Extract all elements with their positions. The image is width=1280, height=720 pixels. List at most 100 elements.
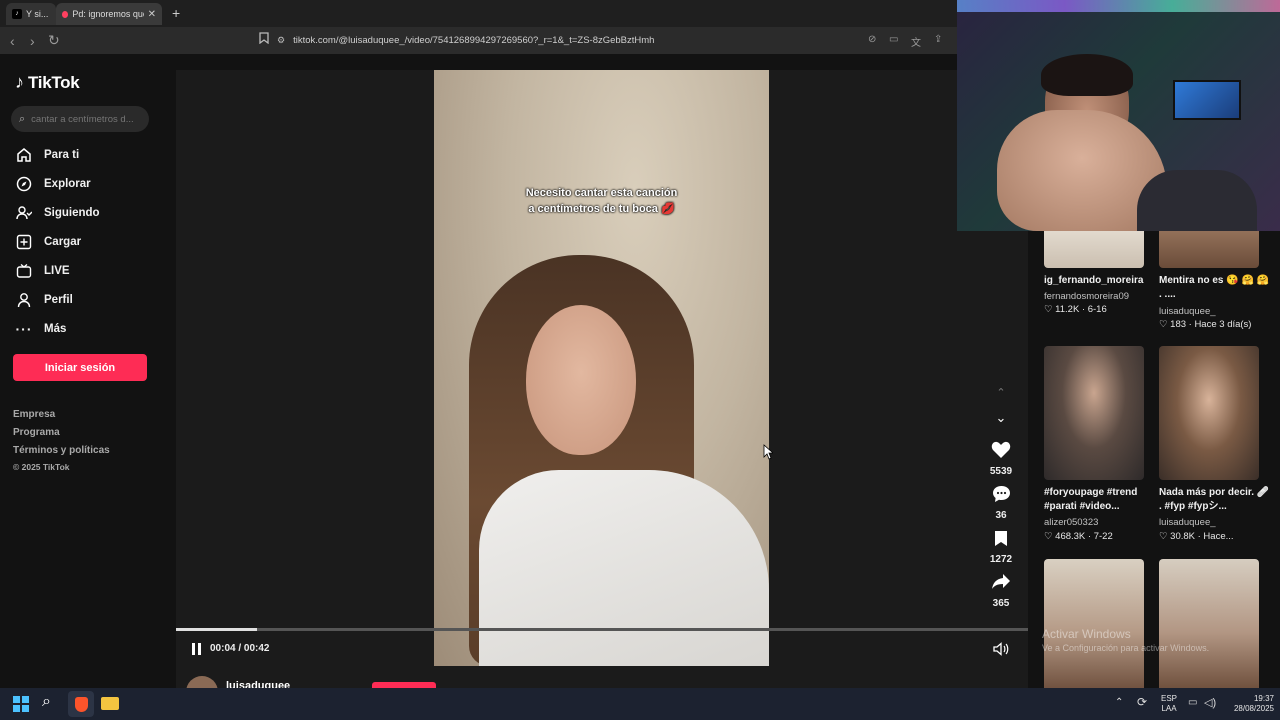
related-video-stats: ♡ 11.2K · 6-16 xyxy=(1044,304,1107,315)
related-video-author[interactable]: luisaduquee_ xyxy=(1159,517,1216,528)
volume-icon[interactable] xyxy=(993,642,1009,661)
footer-link-empresa[interactable]: Empresa xyxy=(13,409,55,420)
video-player[interactable]: Necesito cantar esta canción a centímetr… xyxy=(176,70,1028,708)
compass-icon xyxy=(15,175,33,193)
related-video-stats: ♡ 30.8K · Hace... xyxy=(1159,531,1234,542)
sidebar-item-label: Para ti xyxy=(44,149,80,161)
share-count: 365 xyxy=(992,598,1010,609)
file-explorer-icon[interactable] xyxy=(101,697,119,710)
comment-icon[interactable] xyxy=(981,485,1021,508)
sidebar-item-para-ti[interactable]: Para ti xyxy=(15,146,79,164)
search-input[interactable] xyxy=(31,113,142,125)
tiktok-logo-text: TikTok xyxy=(28,72,80,92)
share-page-icon[interactable]: ⇪ xyxy=(934,34,942,45)
comment-count: 36 xyxy=(995,510,1007,521)
related-video-title[interactable]: #foryoupage #trend #parati #video... xyxy=(1044,486,1156,514)
like-count: 5539 xyxy=(989,466,1013,477)
search-icon: ⌕ xyxy=(19,112,26,125)
profile-icon xyxy=(15,291,33,309)
related-video-thumb[interactable] xyxy=(1159,231,1259,268)
new-tab-icon[interactable]: + xyxy=(172,5,180,21)
footer-link-terminos[interactable]: Términos y políticas xyxy=(13,445,110,456)
video-caption-line-1: Necesito cantar esta canción xyxy=(525,187,678,199)
search-box[interactable]: ⌕ xyxy=(11,106,149,132)
windows-activation-subtitle: Ve a Configuración para activar Windows. xyxy=(1042,643,1210,653)
pause-icon[interactable] xyxy=(192,643,201,655)
related-video-author[interactable]: alizer050323 xyxy=(1044,517,1098,528)
tiktok-logo[interactable]: ♪ TikTok xyxy=(15,72,80,93)
bookmark-save-icon[interactable] xyxy=(981,530,1021,552)
related-video-thumb[interactable] xyxy=(1159,559,1259,688)
login-button[interactable]: Iniciar sesión xyxy=(13,354,147,381)
bookmark-icon[interactable] xyxy=(259,32,269,47)
related-video-title[interactable]: ig_fernando_moreira xyxy=(1044,274,1156,288)
share-icon[interactable] xyxy=(981,573,1021,595)
sidebar-item-perfil[interactable]: Perfil xyxy=(15,291,73,309)
windows-activation-title: Activar Windows xyxy=(1042,627,1131,641)
related-video-thumb[interactable] xyxy=(1044,231,1144,268)
back-icon[interactable]: ‹ xyxy=(10,33,15,49)
brave-browser-icon[interactable] xyxy=(68,691,94,717)
sidebar-item-label: LIVE xyxy=(44,265,70,277)
tray-overflow-icon[interactable]: ⌃ xyxy=(1115,697,1123,708)
webcam-overlay xyxy=(957,0,1280,231)
reader-mode-icon[interactable]: ⊘ xyxy=(868,34,876,45)
footer-link-programa[interactable]: Programa xyxy=(13,427,60,438)
related-videos-grid: ig_fernando_moreira Mentira no es 😘 🤗 🤗 … xyxy=(1028,231,1280,688)
mouse-cursor-icon xyxy=(763,444,775,465)
tab-2-label: Pd: ignoremos que n... xyxy=(72,9,143,19)
sidebar-item-siguiendo[interactable]: Siguiendo xyxy=(15,204,100,222)
speaker-icon[interactable]: ◁) xyxy=(1204,696,1216,709)
next-video-icon[interactable]: ⌄ xyxy=(981,410,1021,426)
video-subject-face xyxy=(526,305,636,455)
progress-track[interactable] xyxy=(176,628,1028,631)
windows-start-icon[interactable] xyxy=(13,696,29,712)
tiktok-sidebar: ♪ TikTok ⌕ Para ti Explorar Siguiendo Ca… xyxy=(0,54,176,688)
tab-1-label: Y si... xyxy=(26,9,49,19)
login-button-label: Iniciar sesión xyxy=(44,361,116,374)
sidebar-item-label: Siguiendo xyxy=(44,207,100,219)
more-icon: ··· xyxy=(15,321,33,337)
sidebar-item-label: Perfil xyxy=(44,294,73,306)
related-video-title[interactable]: Nada más por decir. 🩹 . #fyp #fypシ... xyxy=(1159,486,1271,514)
close-tab-icon[interactable]: ✕ xyxy=(148,9,156,20)
url-field[interactable]: ⚙ tiktok.com/@luisaduquee_/video/7541268… xyxy=(277,30,857,51)
related-video-title[interactable]: Mentira no es 😘 🤗 🤗 . .... xyxy=(1159,274,1271,302)
sidebar-item-label: Explorar xyxy=(44,178,91,190)
language-code: ESP xyxy=(1160,694,1177,703)
forward-icon[interactable]: › xyxy=(30,33,35,49)
sidebar-item-label: Más xyxy=(44,323,67,335)
site-info-icon[interactable]: ⚙ xyxy=(277,35,285,46)
webcam-shelf-lights xyxy=(957,0,1280,12)
reload-icon[interactable]: ↻ xyxy=(48,32,60,49)
video-frame[interactable]: Necesito cantar esta canción a centímetr… xyxy=(434,70,769,666)
keyboard-layout: LAA xyxy=(1161,704,1177,713)
progress-fill xyxy=(176,628,257,631)
sync-status-icon[interactable]: ⟳ xyxy=(1137,695,1147,709)
cast-icon[interactable]: ▭ xyxy=(889,34,898,45)
related-video-stats: ♡ 183 · Hace 3 día(s) xyxy=(1159,319,1252,330)
browser-address-bar: ‹ › ↻ ⚙ tiktok.com/@luisaduquee_/video/7… xyxy=(0,27,957,54)
browser-tab-2[interactable]: Pd: ignoremos que n... ✕ xyxy=(56,3,162,25)
related-video-author[interactable]: luisaduquee_ xyxy=(1159,306,1216,317)
language-indicator[interactable]: ESP LAA xyxy=(1158,694,1180,714)
windows-taskbar: ⌕ ⌃ ⟳ ESP LAA ▭ ◁) 19:37 28/08/2025 xyxy=(0,688,1280,720)
sidebar-item-label: Cargar xyxy=(44,236,82,248)
related-video-thumb[interactable] xyxy=(1159,346,1259,480)
like-icon[interactable] xyxy=(981,441,1021,464)
network-icon[interactable]: ▭ xyxy=(1188,697,1197,708)
browser-tab-1[interactable]: ♪ Y si... xyxy=(6,3,56,25)
sidebar-item-cargar[interactable]: Cargar xyxy=(15,233,81,251)
sidebar-item-explorar[interactable]: Explorar xyxy=(15,175,91,193)
taskbar-search-icon[interactable]: ⌕ xyxy=(42,693,51,711)
sidebar-item-mas[interactable]: ··· Más xyxy=(15,320,67,338)
clock[interactable]: 19:37 28/08/2025 xyxy=(1230,694,1274,714)
following-icon xyxy=(15,204,33,222)
related-video-thumb[interactable] xyxy=(1044,559,1144,688)
previous-video-icon[interactable]: ⌃ xyxy=(981,386,1021,399)
related-video-thumb[interactable] xyxy=(1044,346,1144,480)
related-video-author[interactable]: fernandosmoreira09 xyxy=(1044,291,1129,302)
translate-icon[interactable]: 文 xyxy=(911,34,921,49)
sidebar-item-live[interactable]: LIVE xyxy=(15,262,70,280)
live-icon xyxy=(15,262,33,280)
